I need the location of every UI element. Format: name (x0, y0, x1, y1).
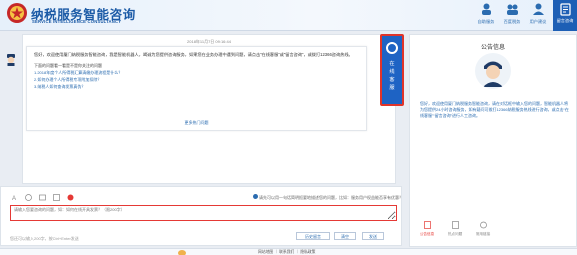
input-toolbar: A (11, 194, 74, 201)
nav-message[interactable]: 留言咨询 (553, 0, 577, 31)
font-icon[interactable]: A (11, 194, 18, 201)
label-char: 服 (389, 85, 395, 91)
online-service-button[interactable]: 在 线 客 服 (380, 34, 404, 106)
question-link[interactable]: 2.如何办理个人所得税专项附加扣除？ (34, 76, 359, 83)
footer-mascot-icon (178, 250, 186, 255)
nav-label: 用户建议 (529, 19, 547, 24)
image-icon[interactable] (39, 194, 46, 201)
screenshot-icon[interactable] (53, 194, 60, 201)
greeting-text: 您好，欢迎使用厦门纳税服务智能咨询，我是智能机器人，竭诚为您提供咨询服务，如果您… (34, 52, 353, 57)
tab-notice[interactable]: 公告信息 (416, 221, 438, 237)
label-char: 线 (389, 69, 395, 75)
chat-timestamp: 2018年11月7日 09:16:44 (187, 39, 231, 44)
nav-label: 自助服务 (477, 19, 495, 24)
notice-title: 公告信息 (480, 45, 505, 51)
history-button[interactable]: 历史留言 (296, 232, 330, 240)
chat-panel: 2018年11月7日 09:16:44 您好，欢迎使用厦门纳税服务智能咨询，我是… (22, 34, 396, 184)
info-icon (253, 194, 258, 199)
tax-bureau-icon (506, 4, 518, 15)
input-tip: 请先可以用一句话简明扼要地描述您的问题，比如：服务用户权益能否享有优惠？ (259, 195, 403, 200)
nav-tax-bureau[interactable]: 百度税务 (501, 2, 523, 25)
notice-panel: 公告信息 您好，欢迎使用厦门纳税服务智能咨询，请在对话框中输入您的问题，智能机器… (409, 34, 577, 247)
tab-label: 公告信息 (419, 232, 435, 236)
tab-hot-questions[interactable]: 热点问题 (444, 221, 466, 237)
bot-avatar-icon (7, 54, 15, 66)
headset-icon (386, 42, 398, 54)
online-service-label: 在 线 客 服 (382, 60, 402, 92)
tab-links[interactable]: 常用链接 (472, 221, 494, 237)
label-char: 客 (389, 77, 395, 83)
nav-self-service[interactable]: 自助服务 (475, 2, 497, 25)
send-button[interactable]: 发送 (362, 232, 384, 240)
footer: 网站地图 ｜ 联系我们 ｜ 隐私政策 (0, 248, 577, 255)
question-link[interactable]: 1.2018年度个人所得税汇算清缴办理流程是什么？ (34, 69, 359, 76)
site-subtitle: SERVICE INTELLIGENCE CONSULTANCY (32, 19, 122, 24)
notice-tabs: 公告信息 热点问题 常用链接 (410, 221, 576, 237)
tax-emblem-icon (7, 3, 27, 23)
svg-text:A: A (12, 196, 16, 201)
tab-label: 热点问题 (447, 232, 463, 236)
char-count: 您还可以输入200字，按Ctrl+Enter发送 (10, 236, 79, 241)
nav-user-suggestion[interactable]: 用户建议 (527, 2, 549, 25)
more-questions-link[interactable]: 更多热门问题 (27, 120, 366, 126)
notice-icon (423, 221, 431, 229)
emoji-icon[interactable] (25, 194, 32, 201)
nav-label: 百度税务 (503, 19, 521, 24)
tab-label: 常用链接 (475, 232, 491, 236)
nav-label: 留言咨询 (556, 18, 574, 23)
clear-button[interactable]: 清空 (334, 232, 356, 240)
question-link[interactable]: 3.纳税人如何查询发票真伪？ (34, 83, 359, 90)
notice-text: 您好，欢迎使用厦门纳税服务智能咨询，请在对话框中输入您的问题，智能机器人将为您提… (420, 101, 569, 118)
self-service-icon (481, 3, 491, 15)
footer-links[interactable]: 网站地图 ｜ 联系我们 ｜ 隐私政策 (258, 250, 315, 255)
label-char: 在 (389, 61, 395, 67)
user-suggestion-icon (532, 3, 544, 15)
bot-message: 您好，欢迎使用厦门纳税服务智能咨询，我是智能机器人，竭诚为您提供咨询服务，如果您… (26, 46, 367, 131)
link-icon (479, 221, 487, 229)
record-icon[interactable] (67, 194, 74, 201)
question-input[interactable] (10, 205, 397, 221)
mascot-avatar-icon (475, 53, 511, 89)
header: 纳税服务智能咨询 SERVICE INTELLIGENCE CONSULTANC… (0, 0, 577, 31)
hot-icon (451, 221, 459, 229)
message-icon (559, 3, 571, 16)
